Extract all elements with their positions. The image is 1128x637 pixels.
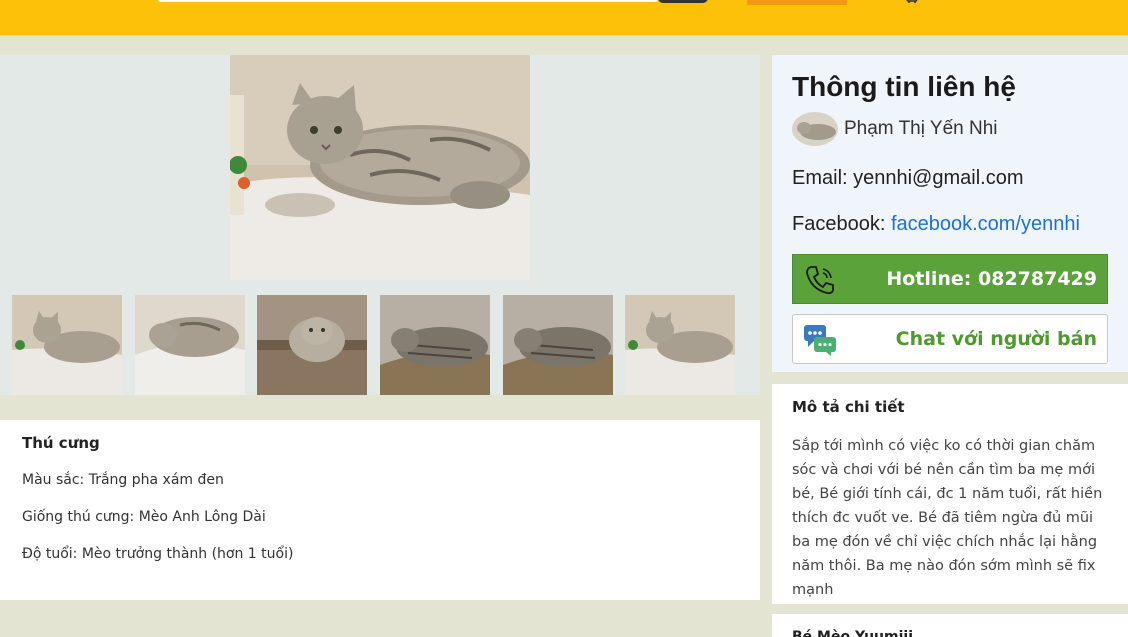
thumbnail[interactable] [135,295,245,395]
thumbnail[interactable] [625,295,735,395]
phone-icon [806,266,834,295]
cart-icon[interactable] [902,0,922,3]
thumbnail[interactable] [380,295,490,395]
thumbnail-strip [12,295,748,395]
facebook-link[interactable]: facebook.com/yennhi [891,213,1080,235]
search-input[interactable] [158,0,658,2]
pet-age: Độ tuổi: Mèo trưởng thành (hơn 1 tuổi) [22,546,294,562]
next-card: Bé Mèo Yuumiii [772,614,1128,637]
main-pet-photo[interactable] [230,55,530,280]
hotline-label: Hotline: 082787429 [886,268,1097,290]
email-line: Email: yennhi@gmail.com [792,167,1024,190]
search-button[interactable] [658,0,708,3]
description-text: Sắp tới mình có việc ko có thời gian chă… [792,438,1103,598]
pet-breed: Giống thú cưng: Mèo Anh Lông Dài [22,509,266,525]
avatar [792,112,838,146]
seller-name: Phạm Thị Yến Nhi [844,118,998,139]
contact-card: Thông tin liên hệ Phạm Thị Yến Nhi Email… [772,55,1128,372]
chat-icon [804,325,836,356]
photo-gallery [0,55,760,395]
facebook-label: Facebook: [792,213,891,235]
chat-button[interactable]: Chat với người bán [792,314,1108,364]
facebook-line: Facebook: facebook.com/yennhi [792,213,1080,236]
next-card-title: Bé Mèo Yuumiii [792,629,913,637]
description-heading: Mô tả chi tiết [792,398,905,416]
seller-info[interactable]: Phạm Thị Yến Nhi [792,112,998,146]
header-bar [0,0,1128,35]
pet-info-heading: Thú cưng [22,434,100,452]
thumbnail[interactable] [12,295,122,395]
description-card: Mô tả chi tiết Sắp tới mình có việc ko c… [772,384,1128,604]
post-button[interactable] [747,0,847,5]
pet-color: Màu sắc: Trắng pha xám đen [22,472,224,488]
pet-info-card: Thú cưng Màu sắc: Trắng pha xám đen Giốn… [0,420,760,600]
hotline-button[interactable]: Hotline: 082787429 [792,254,1108,304]
email-label: Email: [792,167,854,189]
contact-title: Thông tin liên hệ [792,71,1016,102]
email-value: yennhi@gmail.com [853,167,1024,189]
thumbnail[interactable] [503,295,613,395]
chat-label: Chat với người bán [895,328,1097,350]
thumbnail[interactable] [257,295,367,395]
